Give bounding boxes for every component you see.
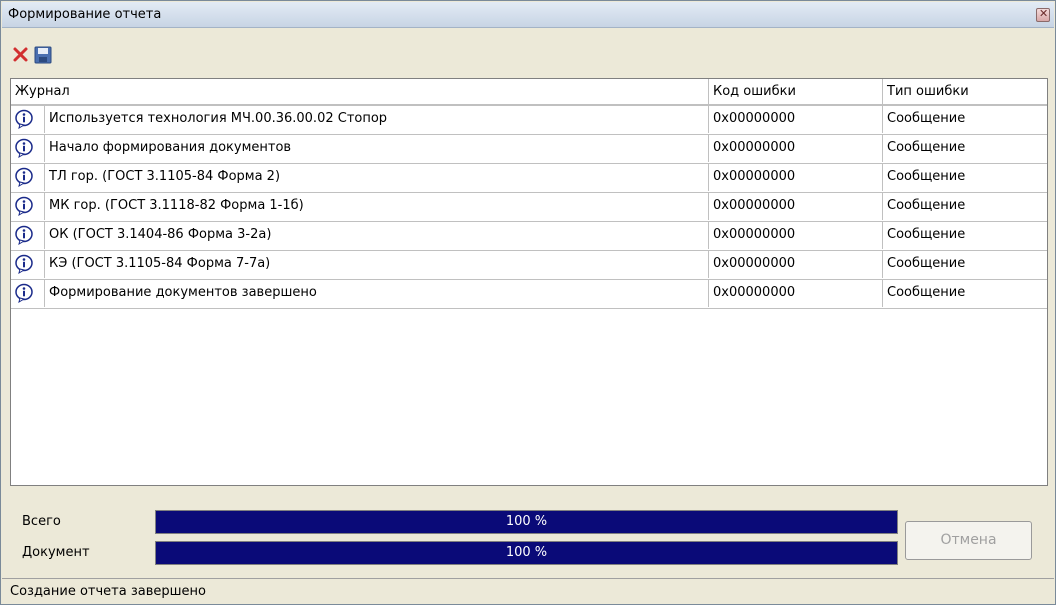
document-progress-text: 100 % [505, 545, 548, 560]
cell-error-code: 0x00000000 [709, 192, 883, 220]
cell-error-type: Сообщение [887, 285, 966, 300]
row-icon-cell [11, 163, 45, 191]
cell-journal: ОК (ГОСТ 3.1404-86 Форма 3-2а) [45, 221, 709, 249]
info-icon [15, 196, 33, 216]
table-row[interactable]: МК гор. (ГОСТ 3.1118-82 Форма 1-1б) 0x000… [11, 192, 1047, 222]
cell-error-type: Сообщение [887, 169, 966, 184]
status-text: Создание отчета завершено [10, 584, 206, 599]
cell-error-type: Сообщение [887, 198, 966, 213]
cancel-button[interactable]: Отмена [905, 521, 1032, 560]
table-header: Журнал Код ошибки Тип ошибки [11, 79, 1047, 106]
total-progress-text: 100 % [505, 514, 548, 529]
window-title: Формирование отчета [8, 7, 162, 22]
document-progress-label: Документ [22, 545, 90, 560]
close-icon: ✕ [1039, 7, 1049, 20]
table-row[interactable]: Используется технология МЧ.00.36.00.02 С… [11, 105, 1047, 135]
cell-error-code: 0x00000000 [709, 279, 883, 307]
close-button[interactable]: ✕ [1036, 7, 1050, 22]
info-icon [15, 167, 33, 187]
red-x-icon [13, 47, 28, 62]
cell-journal: ТЛ гор. (ГОСТ 3.1105-84 Форма 2) [45, 163, 709, 191]
table-row[interactable]: ОК (ГОСТ 3.1404-86 Форма 3-2а) 0x00000000… [11, 221, 1047, 251]
cell-error-code: 0x00000000 [709, 105, 883, 133]
save-button[interactable] [33, 45, 53, 65]
column-header-error-type[interactable]: Тип ошибки [883, 79, 1047, 105]
row-icon-cell [11, 134, 45, 162]
info-icon [15, 138, 33, 158]
row-icon-cell [11, 221, 45, 249]
cell-error-code: 0x00000000 [709, 221, 883, 249]
delete-button[interactable] [11, 45, 31, 65]
cell-journal: КЭ (ГОСТ 3.1105-84 Форма 7-7а) [45, 250, 709, 278]
cell-journal: Начало формирования документов [45, 134, 709, 162]
cell-error-type: Сообщение [887, 111, 966, 126]
row-icon-cell [11, 192, 45, 220]
row-icon-cell [11, 250, 45, 278]
cell-error-type: Сообщение [887, 140, 966, 155]
column-header-journal[interactable]: Журнал [11, 79, 709, 105]
table-row[interactable]: КЭ (ГОСТ 3.1105-84 Форма 7-7а) 0x00000000… [11, 250, 1047, 280]
cell-journal: МК гор. (ГОСТ 3.1118-82 Форма 1-1б) [45, 192, 709, 220]
info-icon [15, 254, 33, 274]
report-window: Формирование отчета ✕ Журнал Код ошибки … [0, 0, 1056, 605]
floppy-disk-icon [34, 46, 52, 64]
table-row[interactable]: ТЛ гор. (ГОСТ 3.1105-84 Форма 2) 0x000000… [11, 163, 1047, 193]
table-row[interactable]: Формирование документов завершено 0x00000… [11, 279, 1047, 309]
row-icon-cell [11, 105, 45, 133]
cell-error-code: 0x00000000 [709, 134, 883, 162]
info-icon [15, 283, 33, 303]
info-icon [15, 225, 33, 245]
cell-error-type: Сообщение [887, 227, 966, 242]
table-row[interactable]: Начало формирования документов 0x00000000… [11, 134, 1047, 164]
total-progress-label: Всего [22, 514, 61, 529]
cell-error-code: 0x00000000 [709, 163, 883, 191]
title-bar: Формирование отчета ✕ [2, 2, 1054, 28]
toolbar [2, 29, 1054, 73]
total-progress-bar: 100 % [155, 510, 898, 534]
info-icon [15, 109, 33, 129]
status-bar: Создание отчета завершено [2, 578, 1054, 604]
cell-journal: Формирование документов завершено [45, 279, 709, 307]
cell-error-code: 0x00000000 [709, 250, 883, 278]
log-table: Журнал Код ошибки Тип ошибки Используетс… [10, 78, 1048, 486]
cell-error-type: Сообщение [887, 256, 966, 271]
row-icon-cell [11, 279, 45, 307]
column-header-error-code[interactable]: Код ошибки [709, 79, 883, 105]
document-progress-bar: 100 % [155, 541, 898, 565]
cell-journal: Используется технология МЧ.00.36.00.02 С… [45, 105, 709, 133]
